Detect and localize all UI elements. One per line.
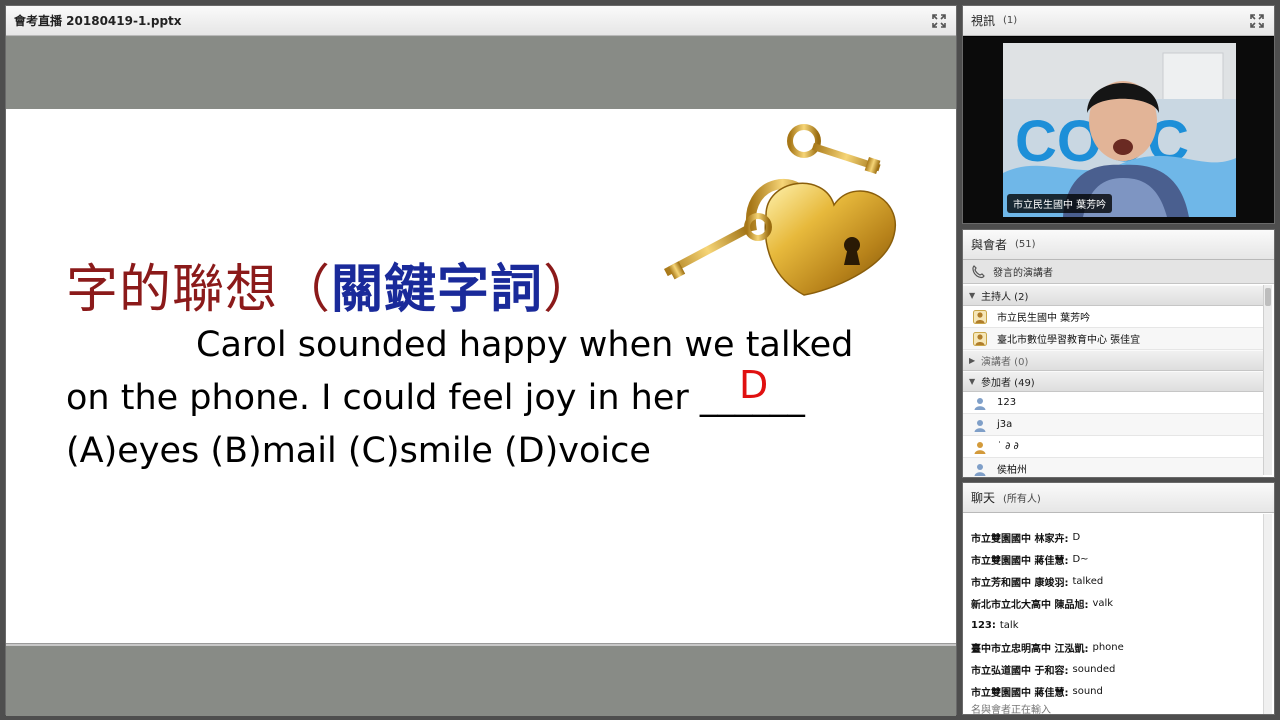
attendee-scrollbar[interactable] [1263, 285, 1272, 475]
webcam-feed[interactable]: COOC 市立民生國中 葉芳吟 [1003, 43, 1236, 217]
maximize-icon[interactable] [931, 13, 947, 29]
chat-sender: 新北市立北大高中 陳品旭: [971, 599, 1089, 611]
phone-icon [972, 264, 985, 278]
heading-keywords: 關鍵字詞 [331, 259, 544, 320]
heading-part3: ） [543, 260, 597, 320]
chat-message: 123: talk [971, 614, 1263, 636]
chat-sender: 臺中市立忠明高中 江泓凱: [971, 643, 1089, 655]
video-area: COOC 市立民生國中 葉芳吟 [963, 37, 1274, 223]
chat-sender: 123: [971, 619, 996, 631]
chat-message: 市立芳和國中 康竣羽: talked [971, 570, 1263, 592]
webcam-name-label: 市立民生國中 葉芳吟 [1007, 194, 1113, 213]
group-hosts[interactable]: ▼ 主持人 (2) [963, 285, 1263, 306]
chat-sender: 市立雙園國中 蔣佳慧: [971, 555, 1069, 567]
attendee-name: ˙ ∂ ∂ [997, 441, 1019, 452]
chat-message: 市立雙園國中 林家卉: D [971, 526, 1263, 548]
chat-message: 市立雙園國中 蔣佳慧: sound [971, 680, 1263, 702]
scrollbar-thumb[interactable] [1265, 288, 1271, 306]
heart-padlock-key-image [664, 124, 897, 296]
user-icon [974, 397, 986, 410]
chat-pod: 聊天 (所有人) 市立雙園國中 林家卉: D 市立雙園國中 蔣佳慧: D~ 市立芳和… [962, 482, 1275, 715]
attendee-row[interactable]: ˙ ∂ ∂ [963, 436, 1263, 458]
slide-letterbox-top [6, 37, 956, 109]
chat-scope[interactable]: (所有人) [1003, 490, 1041, 505]
chat-pod-header: 聊天 (所有人) [963, 483, 1274, 513]
chat-sender: 市立雙園國中 林家卉: [971, 533, 1069, 545]
attendee-row[interactable]: 市立民生國中 葉芳吟 [963, 306, 1263, 328]
chat-text: D~ [1072, 553, 1089, 565]
connect-meeting-window: 會考直播 20180419-1.pptx 字的聯想（關鍵字詞） Carol so… [0, 0, 1280, 720]
attendee-row[interactable]: 123 [963, 392, 1263, 414]
video-pod-title: 視訊 [971, 14, 996, 28]
chat-text: valk [1092, 597, 1114, 609]
share-pod-header: 會考直播 20180419-1.pptx [6, 6, 956, 36]
chat-pod-title: 聊天 [971, 491, 996, 505]
maximize-icon[interactable] [1249, 13, 1265, 29]
attendees-pod-header: 與會者 (51) [963, 230, 1274, 260]
share-pod-title: 會考直播 20180419-1.pptx [14, 14, 182, 28]
video-pod-header: 視訊 (1) [963, 6, 1274, 36]
attendee-name: 市立民生國中 葉芳吟 [997, 313, 1091, 324]
chat-sender: 市立雙園國中 蔣佳慧: [971, 687, 1069, 699]
chat-scrollbar[interactable] [1263, 514, 1272, 714]
chat-text: talk [999, 619, 1019, 631]
heading-part1: 字的聯想（ [66, 260, 332, 320]
active-speakers-label: 發言的演講者 [993, 268, 1053, 279]
typing-indicator: 名與會者正在輸入 [971, 705, 1051, 715]
share-pod: 會考直播 20180419-1.pptx 字的聯想（關鍵字詞） Carol so… [5, 5, 957, 716]
webcam-person-image: COOC [1003, 43, 1236, 217]
attendee-list: ▼ 主持人 (2) 市立民生國中 葉芳吟 臺北市數位學習教育中心 張佳宜 ▶ 演… [963, 285, 1263, 477]
answer-mark: D [739, 363, 769, 407]
active-speakers-bar[interactable]: 發言的演講者 [963, 260, 1274, 284]
host-user-icon [973, 331, 987, 346]
chat-text: sounded [1072, 663, 1116, 675]
chat-messages: 市立雙園國中 林家卉: D 市立雙園國中 蔣佳慧: D~ 市立芳和國中 康竣羽: ta… [971, 526, 1263, 702]
slide-heading: 字的聯想（關鍵字詞） [66, 247, 596, 322]
host-user-icon [973, 309, 987, 324]
expanded-triangle-icon: ▼ [969, 377, 976, 386]
group-participants[interactable]: ▼ 參加者 (49) [963, 371, 1263, 392]
chat-text: sound [1072, 685, 1103, 697]
attendee-row[interactable]: 侯柏州 [963, 458, 1263, 477]
expanded-triangle-icon: ▼ [969, 291, 976, 300]
attendees-pod-count: (51) [1015, 239, 1036, 250]
raised-hand-user-icon [974, 441, 986, 454]
collapsed-triangle-icon: ▶ [969, 356, 976, 365]
slide-letterbox-bottom [6, 644, 956, 716]
chat-message: 新北市立北大高中 陳品旭: valk [971, 592, 1263, 614]
attendee-name: 侯柏州 [997, 465, 1027, 476]
video-pod-count: (1) [1003, 15, 1018, 26]
attendee-name: 123 [997, 397, 1017, 408]
presentation-slide: 字的聯想（關鍵字詞） Carol sounded happy when we t… [6, 109, 956, 644]
chat-text: phone [1092, 641, 1124, 653]
attendees-pod-title: 與會者 [971, 238, 1008, 252]
chat-message: 臺中市立忠明高中 江泓凱: phone [971, 636, 1263, 658]
attendee-row[interactable]: 臺北市數位學習教育中心 張佳宜 [963, 328, 1263, 350]
user-icon [974, 463, 986, 476]
attendee-name: 臺北市數位學習教育中心 張佳宜 [997, 335, 1141, 346]
attendees-pod: 與會者 (51) 發言的演講者 ▼ 主持人 (2) 市立民生國中 葉芳吟 臺北市… [962, 229, 1275, 478]
chat-text: talked [1072, 575, 1104, 587]
chat-sender: 市立弘道國中 于和容: [971, 665, 1069, 677]
video-pod: 視訊 (1) COOC [962, 5, 1275, 224]
group-label: 主持人 (2) [981, 292, 1029, 303]
chat-message: 市立雙園國中 蔣佳慧: D~ [971, 548, 1263, 570]
group-label: 參加者 (49) [981, 378, 1035, 389]
group-presenters[interactable]: ▶ 演講者 (0) [963, 350, 1263, 371]
chat-text: D [1072, 531, 1081, 543]
chat-sender: 市立芳和國中 康竣羽: [971, 577, 1069, 589]
attendee-name: j3a [997, 419, 1013, 430]
question-options: (A)eyes (B)mail (C)smile (D)voice [66, 431, 651, 471]
user-icon [974, 419, 986, 432]
group-label: 演講者 (0) [981, 357, 1029, 368]
attendee-row[interactable]: j3a [963, 414, 1263, 436]
chat-message: 市立弘道國中 于和容: sounded [971, 658, 1263, 680]
